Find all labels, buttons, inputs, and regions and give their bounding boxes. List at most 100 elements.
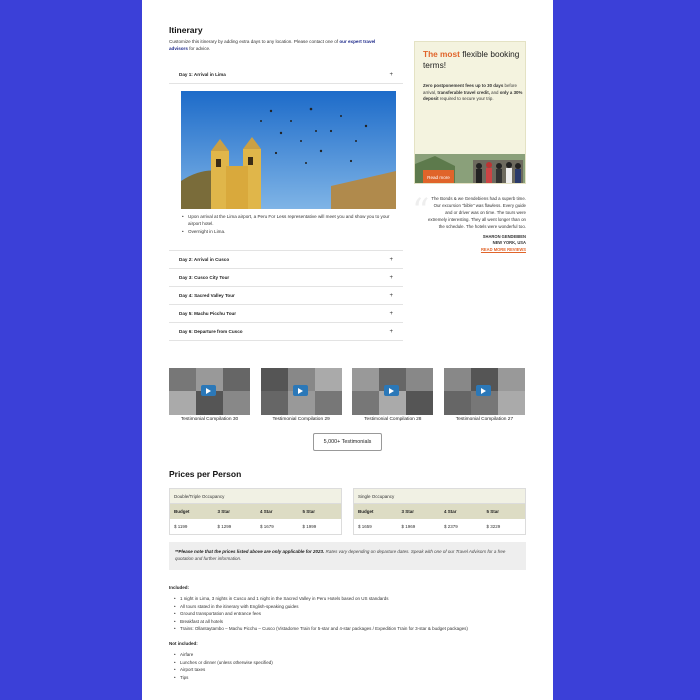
price-cell: $ 1199 [174, 524, 188, 529]
flexible-booking-card: The most flexible booking terms! Zero po… [414, 41, 526, 184]
list-item: All tours stated in the itinerary with E… [169, 603, 529, 611]
included-list: 1 night in Lima, 3 nights in Cusco and 1… [169, 595, 529, 633]
itinerary-intro: Customize this itinerary by adding extra… [169, 38, 384, 52]
play-icon[interactable] [475, 385, 491, 396]
plus-icon: + [389, 310, 393, 317]
day-6-label: Day 6: Departure from Cusco [179, 329, 243, 334]
price-table-single: Single Occupancy Budget 3 Star 4 Star 5 … [353, 488, 526, 535]
column-header: 3 Star [217, 509, 230, 514]
video-card[interactable]: Testimonial Compilation 27 [443, 368, 525, 422]
testimonial-videos: Testimonial Compilation 30 Testimonial C… [169, 368, 525, 422]
plus-icon: + [389, 256, 393, 263]
day-2-header[interactable]: Day 2: Arrival in Cusco + [169, 251, 403, 269]
column-header: Budget [174, 509, 190, 514]
plus-icon: + [389, 292, 393, 299]
video-card[interactable]: Testimonial Compilation 30 [169, 368, 250, 422]
price-cell: $ 2379 [443, 524, 458, 529]
not-included-section: Not included: Airfare Lunches or dinner … [169, 640, 529, 681]
price-cell: $ 1299 [217, 524, 232, 529]
day-1-label: Day 1: Arrival in Lima [179, 72, 226, 77]
price-table-heading: Double/Triple Occupancy [170, 489, 341, 504]
video-caption: Testimonial Compilation 27 [455, 417, 514, 422]
included-label: Included: [169, 585, 189, 590]
list-item: Ground transportation and entrance fees [169, 610, 529, 618]
list-item: Lunches or dinner (unless otherwise spec… [169, 659, 529, 667]
video-thumbnail[interactable] [260, 368, 342, 415]
day-5-header[interactable]: Day 5: Machu Picchu Tour + [169, 305, 403, 323]
price-table-row: $ 1659 $ 1969 $ 2379 $ 3229 [354, 519, 525, 534]
column-header: Budget [358, 509, 374, 514]
video-card[interactable]: Testimonial Compilation 28 [352, 368, 434, 422]
customer-review: “ The Bonds & we Gendebiens had a superb… [412, 191, 526, 254]
read-more-button[interactable]: Read more [423, 170, 454, 183]
day-3-label: Day 3: Cusco City Tour [179, 275, 230, 280]
promo-body-bold: transferable travel credit, [437, 89, 490, 95]
column-header: 5 Star [486, 509, 499, 514]
intro-text-end: for advice. [189, 46, 211, 52]
day-5-label: Day 5: Machu Picchu Tour [179, 311, 237, 316]
price-table-columns: Budget 3 Star 4 Star 5 Star [354, 504, 525, 519]
list-item: Airport taxes [169, 666, 529, 674]
day-3-header[interactable]: Day 3: Cusco City Tour + [169, 269, 403, 287]
list-item: Breakfast at all hotels [169, 618, 529, 626]
day-1-details: Upon arrival at the Lima airport, a Peru… [181, 213, 396, 236]
plus-icon: + [389, 274, 393, 281]
promo-title-highlight: The most [423, 49, 460, 59]
list-item: Airfare [169, 651, 529, 659]
price-cell: $ 1999 [302, 524, 317, 529]
list-item: Tips [169, 674, 529, 682]
days-accordion: Day 2: Arrival in Cusco + Day 3: Cusco C… [169, 250, 403, 341]
price-table-heading: Single Occupancy [354, 489, 525, 504]
promo-body-text: required to secure your trip. [439, 96, 494, 102]
included-section: Included: 1 night in Lima, 3 nights in C… [169, 584, 529, 633]
itinerary-title: Itinerary [169, 25, 203, 35]
review-author: SHARON GENDEBIEN [482, 233, 526, 239]
play-icon[interactable] [292, 385, 308, 396]
not-included-list: Airfare Lunches or dinner (unless otherw… [169, 651, 529, 681]
intro-text: Customize this itinerary by adding extra… [169, 39, 339, 44]
video-caption: Testimonial Compilation 29 [272, 417, 330, 422]
read-more-reviews-link[interactable]: READ MORE REVIEWS [412, 247, 526, 254]
column-header: 3 Star [401, 509, 414, 514]
price-note-bold: **Please note that the prices listed abo… [175, 549, 325, 554]
day-2-label: Day 2: Arrival in Cusco [179, 257, 230, 262]
promo-title: The most flexible booking terms! [423, 49, 523, 70]
testimonials-button[interactable]: 5,000+ Testimonials [313, 433, 382, 451]
day-6-header[interactable]: Day 6: Departure from Cusco + [169, 323, 403, 341]
minus-icon: + [389, 71, 393, 78]
promo-body-text: and [491, 89, 499, 95]
video-thumbnail[interactable] [169, 368, 250, 415]
day-4-label: Day 4: Sacred Valley Tour [179, 293, 235, 298]
review-text: The Bonds & we Gendebiens had a superb t… [427, 196, 526, 229]
column-header: 4 Star [259, 509, 273, 514]
promo-body-bold: Zero postponement fees up to 30 days [423, 83, 504, 88]
video-card[interactable]: Testimonial Compilation 29 [260, 368, 342, 422]
price-cell: $ 3229 [486, 524, 501, 529]
price-table-row: $ 1199 $ 1299 $ 1679 $ 1999 [170, 519, 341, 534]
price-cell: $ 1969 [401, 524, 416, 529]
video-caption: Testimonial Compilation 28 [364, 417, 422, 422]
day-1-accordion[interactable]: Day 1: Arrival in Lima + [169, 66, 403, 84]
play-icon[interactable] [201, 385, 216, 396]
day-1-bullet: Upon arrival at the Lima airport, a Peru… [181, 213, 396, 228]
price-table-columns: Budget 3 Star 4 Star 5 Star [170, 504, 341, 519]
video-thumbnail[interactable] [352, 368, 434, 415]
day-1-header[interactable]: Day 1: Arrival in Lima + [169, 66, 403, 84]
list-item: Trains: Ollantaytambo – Machu Picchu – C… [169, 625, 529, 633]
column-header: 5 Star [302, 509, 315, 514]
price-table-double: Double/Triple Occupancy Budget 3 Star 4 … [169, 488, 342, 535]
price-cell: $ 1659 [358, 524, 372, 529]
video-caption: Testimonial Compilation 30 [180, 417, 239, 422]
day-1-bullet: Overnight in Lima. [181, 228, 396, 236]
play-icon[interactable] [384, 385, 400, 396]
list-item: 1 night in Lima, 3 nights in Cusco and 1… [169, 595, 529, 603]
review-location: NEW YORK, USA [492, 240, 526, 246]
lima-church-photo [181, 91, 396, 209]
prices-title: Prices per Person [169, 469, 242, 479]
not-included-label: Not included: [169, 641, 198, 646]
day-4-header[interactable]: Day 4: Sacred Valley Tour + [169, 287, 403, 305]
price-cell: $ 1679 [259, 524, 274, 529]
video-thumbnail[interactable] [443, 368, 525, 415]
column-header: 4 Star [443, 509, 457, 514]
tour-page: Itinerary Customize this itinerary by ad… [142, 0, 553, 700]
